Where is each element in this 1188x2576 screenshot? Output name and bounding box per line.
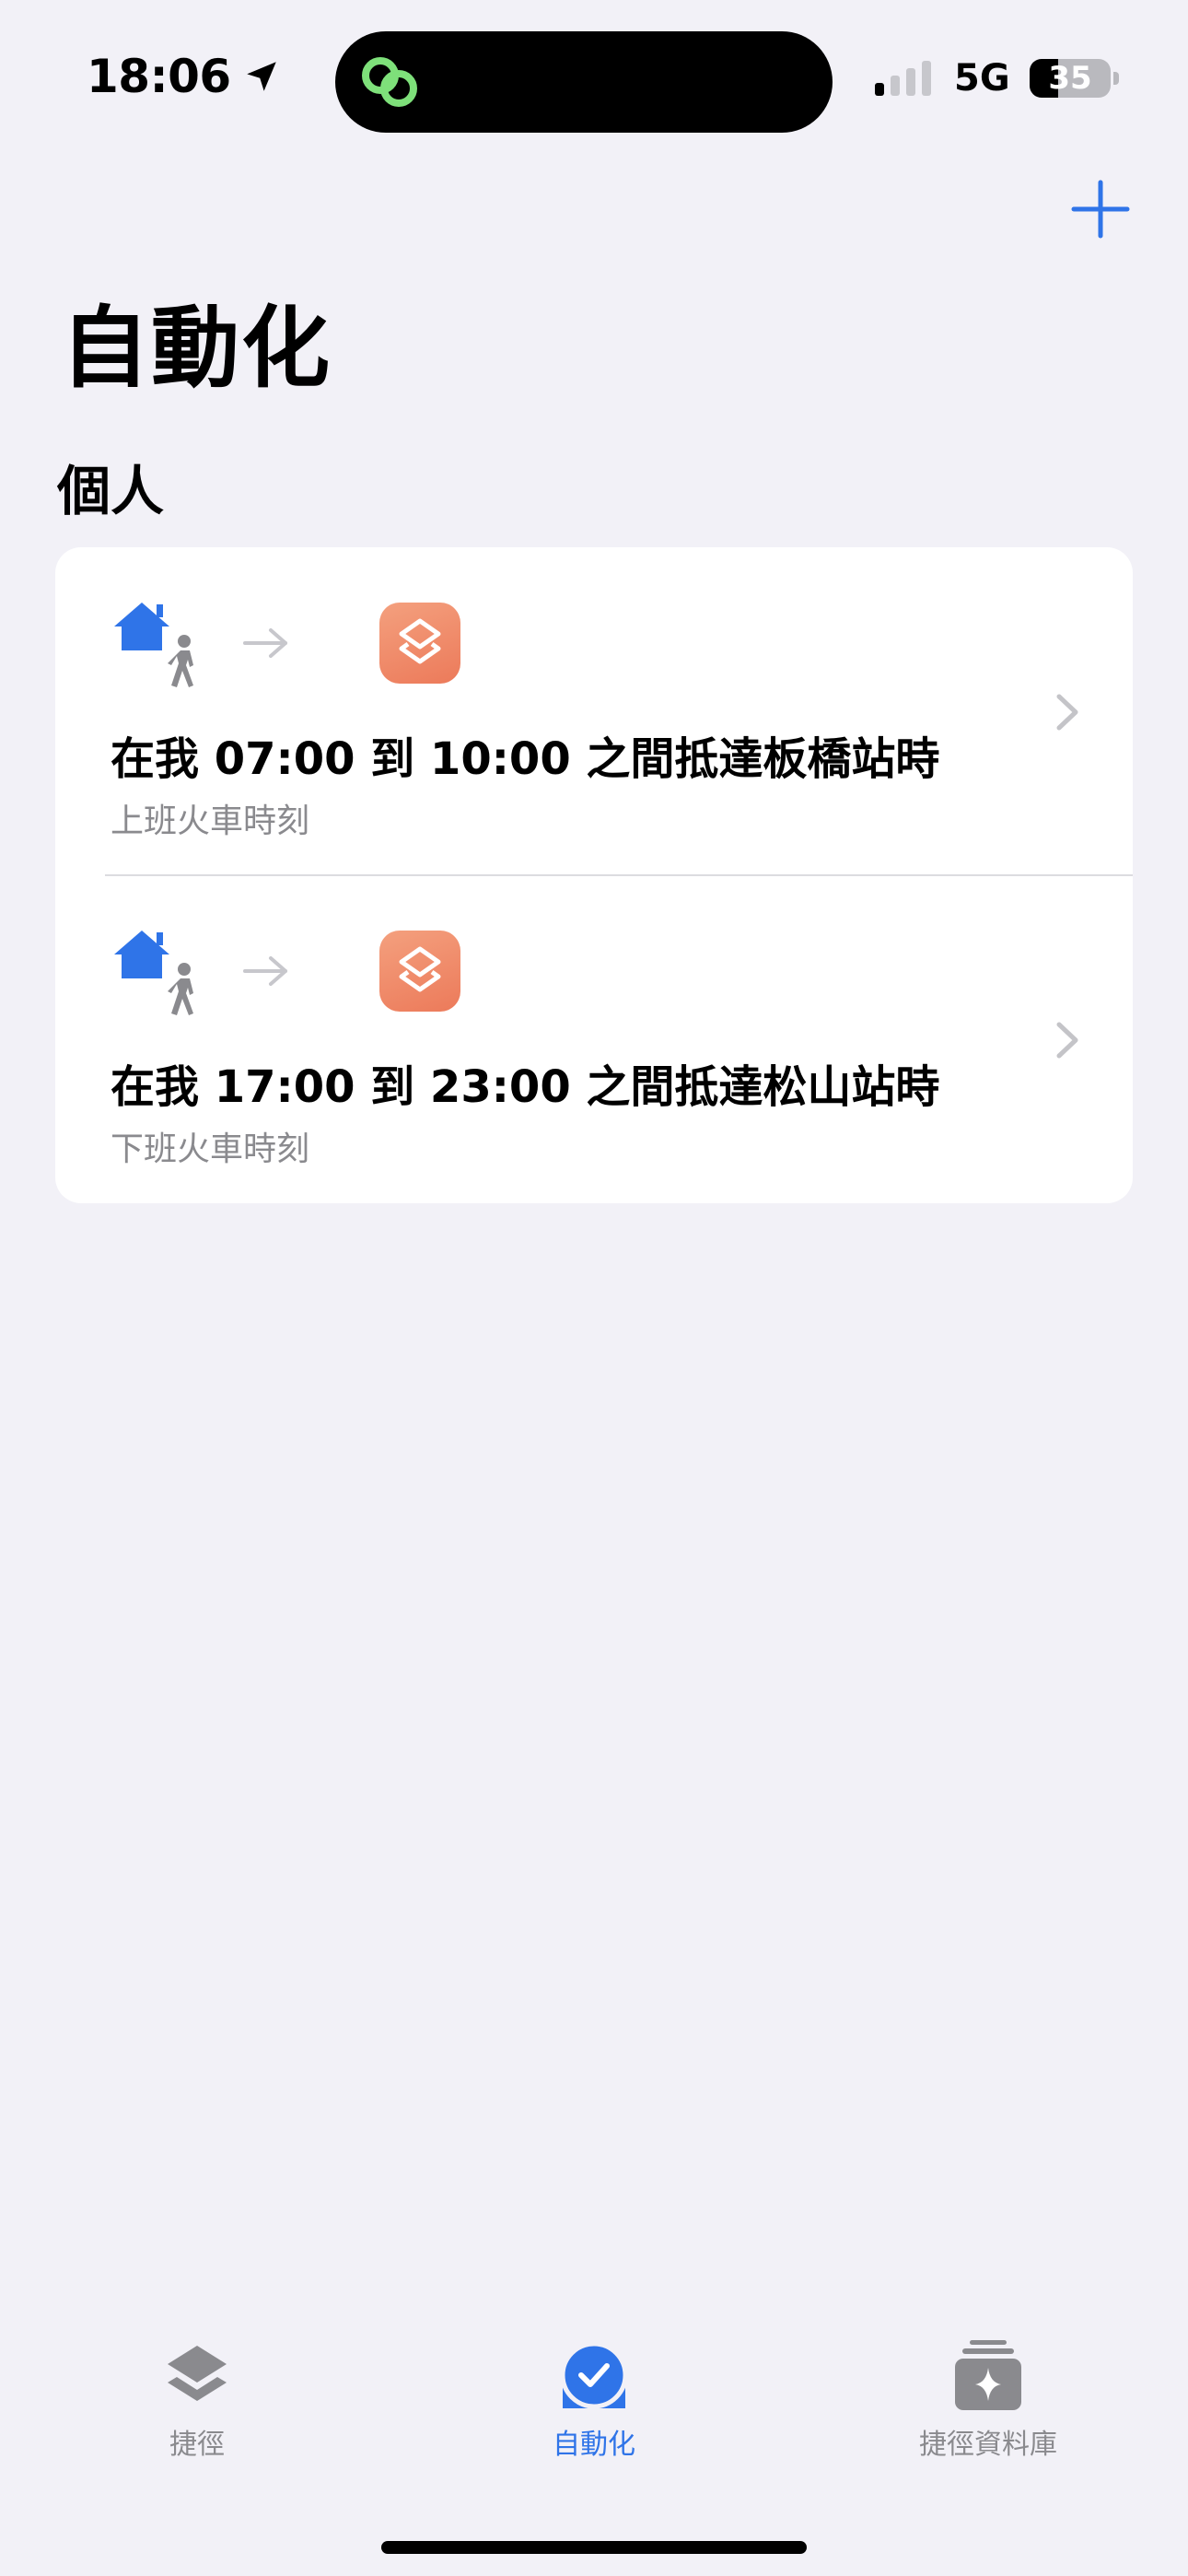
add-automation-button[interactable] xyxy=(1068,177,1133,241)
home-person-icon xyxy=(114,603,193,687)
gallery-sparkle-icon xyxy=(951,2340,1025,2414)
automation-subtitle: 下班火車時刻 xyxy=(111,1130,310,1168)
status-time: 18:06 xyxy=(87,50,281,103)
chevron-right-icon xyxy=(1056,694,1078,731)
battery-percent: 35 xyxy=(1048,60,1092,97)
automation-title: 在我 17:00 到 23:00 之間抵達松山站時 xyxy=(111,1061,940,1113)
home-person-icon xyxy=(114,931,193,1015)
page-title: 自動化 xyxy=(61,297,332,400)
plus-icon xyxy=(1071,180,1130,239)
automation-icons xyxy=(111,927,479,1015)
dynamic-island xyxy=(335,31,833,133)
home-indicator[interactable] xyxy=(381,2541,807,2554)
tab-gallery[interactable]: 捷徑資料庫 xyxy=(868,2340,1108,2462)
status-time-text: 18:06 xyxy=(87,50,231,103)
automation-check-icon xyxy=(557,2340,631,2414)
battery-icon: 35 xyxy=(1030,59,1111,98)
automation-row[interactable]: 在我 07:00 到 10:00 之間抵達板橋站時 上班火車時刻 xyxy=(55,547,1133,876)
shortcuts-app-icon xyxy=(379,603,460,684)
chevron-right-icon xyxy=(1056,1022,1078,1059)
automation-row[interactable]: 在我 17:00 到 23:00 之間抵達松山站時 下班火車時刻 xyxy=(55,875,1133,1203)
tab-shortcuts-label: 捷徑 xyxy=(169,2429,225,2461)
automation-list: 在我 07:00 到 10:00 之間抵達板橋站時 上班火車時刻 在我 17:0… xyxy=(55,547,1133,1203)
automation-subtitle: 上班火車時刻 xyxy=(111,802,310,840)
automation-title: 在我 07:00 到 10:00 之間抵達板橋站時 xyxy=(111,733,940,785)
shortcuts-stack-icon xyxy=(160,2340,234,2414)
arrow-right-icon xyxy=(243,956,287,986)
tab-gallery-label: 捷徑資料庫 xyxy=(919,2429,1057,2461)
link-rings-icon xyxy=(362,57,417,107)
arrow-right-icon xyxy=(243,628,287,658)
battery-cap xyxy=(1113,72,1119,85)
tab-automation[interactable]: 自動化 xyxy=(474,2340,714,2462)
location-arrow-icon xyxy=(246,62,276,91)
network-type: 5G xyxy=(954,57,1010,100)
shortcuts-app-icon xyxy=(379,931,460,1012)
tab-automation-label: 自動化 xyxy=(553,2429,635,2461)
section-title: 個人 xyxy=(57,460,165,522)
tab-shortcuts[interactable]: 捷徑 xyxy=(77,2340,317,2462)
automation-screen: 18:06 5G 35 自動化 個人 在我 07:00 到 10:00 之間抵達… xyxy=(0,0,1188,2576)
tab-bar: 捷徑 自動化 捷徑資料庫 xyxy=(0,2340,1188,2488)
automation-icons xyxy=(111,599,479,687)
cellular-signal-icon xyxy=(875,61,931,96)
